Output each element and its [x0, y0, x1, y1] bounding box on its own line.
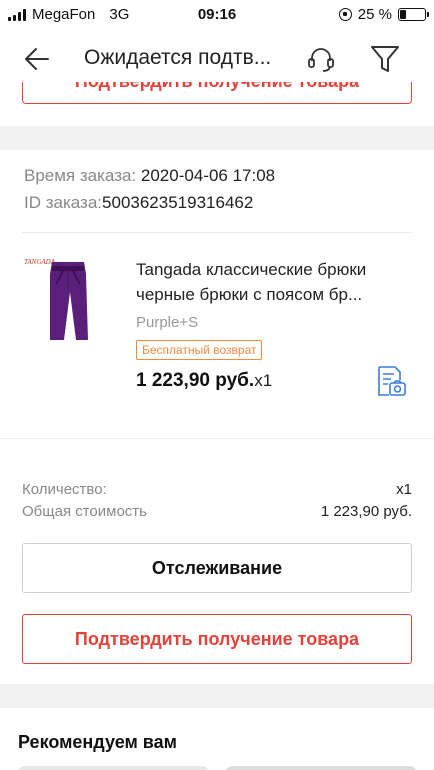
confirm-receipt-label: Подтвердить получение товара — [74, 628, 360, 649]
order-id-label: ID заказа: — [24, 193, 103, 212]
rotation-lock-icon — [338, 8, 352, 21]
divider-line — [22, 232, 412, 233]
tracking-button[interactable]: Отслеживание — [22, 543, 412, 593]
quantity-label: Количество: — [22, 481, 107, 498]
product-image[interactable]: TANGADA — [22, 254, 114, 348]
total-row: Общая стоимость 1 223,90 руб. — [22, 503, 412, 520]
battery-fill — [400, 10, 406, 19]
snapshot-button[interactable] — [374, 364, 408, 398]
battery-percent: 25 % — [357, 6, 392, 23]
status-right: 25 % — [338, 6, 429, 23]
support-button[interactable] — [306, 44, 336, 74]
quantity-value: x1 — [396, 481, 412, 498]
free-return-badge: Бесплатный возврат — [136, 340, 263, 360]
confirm-receipt-button-top[interactable]: Подтвердить получение товара — [22, 82, 412, 104]
status-bar: MegaFon 3G 09:16 25 % — [0, 0, 434, 32]
nav-bar: Ожидается подтв... — [0, 36, 434, 82]
order-time-value: 2020-04-06 17:08 — [140, 166, 276, 185]
product-title-line2: черные брюки с поясом бр... — [136, 285, 363, 304]
product-price: 1 223,90 руб.x1 — [136, 370, 272, 392]
product-title[interactable]: Tangada классические брюки черные брюки … — [136, 257, 416, 307]
document-photo-icon — [378, 366, 406, 396]
filter-button[interactable] — [369, 43, 401, 75]
order-time-row: Время заказа: 2020-04-06 17:08 — [24, 166, 275, 186]
brand-logo: TANGADA — [24, 258, 56, 266]
price-value: 1 223,90 руб. — [136, 370, 255, 391]
order-detail-screen: MegaFon 3G 09:16 25 % Ожидается подтв... — [0, 0, 434, 770]
confirm-receipt-label-top: Подтвердить получение товара — [23, 82, 411, 92]
back-button[interactable] — [22, 44, 54, 74]
recommend-card[interactable] — [18, 766, 208, 770]
product-sku: Purple+S — [136, 314, 199, 331]
recommend-title: Рекомендуем вам — [18, 732, 177, 752]
product-photo: TANGADA — [24, 258, 88, 340]
filter-icon — [371, 46, 399, 72]
product-title-line1: Tangada классические брюки — [136, 260, 367, 279]
headset-icon — [308, 48, 334, 72]
quantity-row: Количество: x1 — [22, 481, 412, 498]
section-divider-2 — [0, 438, 434, 439]
section-divider — [0, 126, 434, 150]
price-qty: x1 — [254, 371, 273, 390]
order-id-value[interactable]: 5003623519316462 — [102, 193, 253, 212]
total-label: Общая стоимость — [22, 503, 147, 520]
order-id-row: ID заказа:5003623519316462 — [24, 193, 253, 213]
recommend-card[interactable] — [226, 766, 416, 770]
total-value: 1 223,90 руб. — [320, 503, 412, 520]
tracking-label: Отслеживание — [151, 557, 283, 578]
battery-icon — [398, 8, 429, 21]
confirm-receipt-button[interactable]: Подтвердить получение товара — [22, 614, 412, 664]
section-divider-3 — [0, 684, 434, 708]
page-title: Ожидается подтв... — [84, 46, 272, 69]
arrow-left-icon — [25, 48, 49, 70]
order-time-label: Время заказа: — [24, 166, 141, 185]
